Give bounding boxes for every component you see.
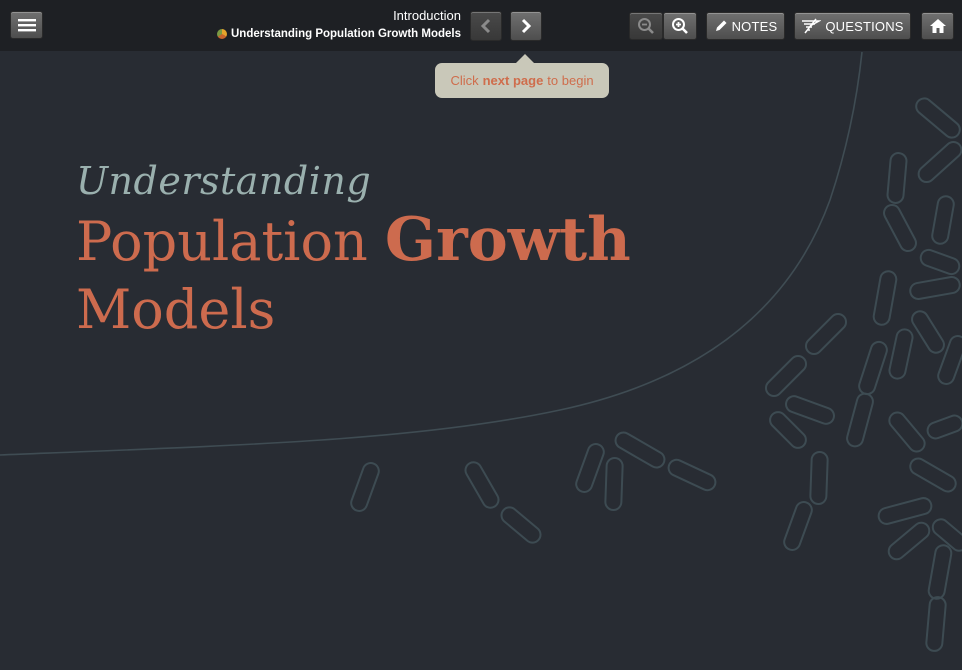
bacterium-shape: [764, 354, 808, 398]
course-title: Understanding Population Growth Models: [231, 28, 461, 40]
bacterium-shape: [937, 335, 962, 385]
tooltip-emphasis: next page: [482, 73, 544, 88]
bacterium-shape: [604, 457, 624, 511]
bacterium-shape: [809, 451, 829, 505]
bacterium-shape: [887, 521, 931, 561]
title-word-population: Population: [76, 210, 368, 273]
bacterium-shape: [575, 443, 605, 493]
bacterium-shape: [911, 310, 945, 354]
start-hint-tooltip: Click next page to begin: [435, 54, 609, 98]
questions-button[interactable]: QUESTIONS: [794, 12, 911, 40]
bacterium-shape: [783, 501, 813, 551]
bacterium-shape: [858, 340, 888, 396]
bacterium-shape: [931, 195, 955, 245]
bacterium-shape: [883, 203, 917, 253]
title-line-models: Models: [76, 278, 276, 341]
zoom-out-icon: [638, 18, 654, 34]
title-line-understanding: Understanding: [76, 159, 372, 203]
bacterium-shape: [917, 140, 962, 184]
section-title: Introduction: [393, 8, 461, 23]
bacterium-shape: [872, 270, 898, 326]
tooltip-prefix: Click: [450, 73, 479, 88]
previous-page-button[interactable]: [470, 11, 502, 41]
chevron-right-icon: [521, 18, 532, 34]
home-icon: [929, 19, 946, 33]
title-word-growth: Growth: [384, 205, 631, 275]
bacterium-shape: [926, 414, 962, 440]
notes-label: NOTES: [731, 18, 778, 34]
page-title: Understanding Population Growth Models: [76, 155, 631, 345]
bacterium-shape: [925, 596, 947, 652]
zoom-in-button[interactable]: [663, 12, 697, 40]
bacterium-shape: [886, 152, 908, 204]
bacterium-shape: [909, 457, 957, 493]
title-block: Introduction Understanding Population Gr…: [217, 8, 461, 42]
notes-button[interactable]: NOTES: [706, 12, 785, 40]
bacterium-shape: [927, 544, 953, 600]
questions-label: QUESTIONS: [825, 18, 904, 34]
bacterium-shape: [464, 461, 500, 509]
bacterium-shape: [846, 392, 874, 448]
bacterium-shape: [888, 328, 914, 380]
course-title-row: Understanding Population Growth Models: [217, 26, 461, 42]
chevron-left-icon: [480, 18, 491, 34]
top-toolbar: Introduction Understanding Population Gr…: [0, 0, 962, 51]
menu-button[interactable]: [10, 11, 43, 39]
title-line-population-growth: Population Growth: [76, 207, 631, 275]
next-page-button[interactable]: [510, 11, 542, 41]
questions-icon: [802, 18, 822, 34]
bacterium-shape: [909, 276, 961, 300]
bacterium-shape: [614, 431, 666, 469]
course-logo-icon: [217, 29, 227, 39]
hamburger-icon: [17, 19, 36, 32]
bacterium-shape: [915, 97, 961, 139]
zoom-out-button[interactable]: [629, 12, 663, 40]
tooltip-suffix: to begin: [547, 73, 594, 88]
bacterium-shape: [931, 518, 962, 552]
bacterium-shape: [888, 411, 926, 453]
home-button[interactable]: [921, 12, 954, 40]
bacterium-shape: [350, 462, 380, 512]
bacterium-shape: [919, 248, 961, 276]
pencil-icon: [715, 20, 727, 31]
bacterium-shape: [667, 458, 717, 492]
bacterium-shape: [804, 312, 848, 356]
zoom-in-icon: [672, 18, 688, 34]
bacterium-shape: [500, 506, 542, 544]
bacterium-shape: [877, 497, 933, 525]
